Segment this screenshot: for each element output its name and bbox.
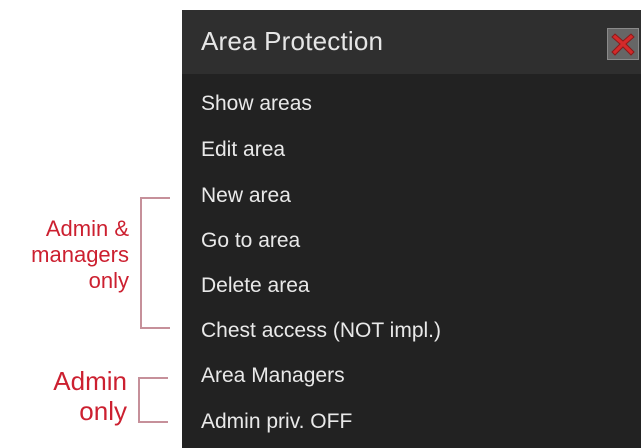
menu-item-chest-access[interactable]: Chest access (NOT impl.) bbox=[201, 319, 441, 343]
annotation-bracket-admin-only bbox=[138, 377, 168, 423]
screenshot-stage: Area Protection Show areas Edit area New… bbox=[0, 0, 641, 448]
annotation-admin-only: Admin only bbox=[53, 366, 127, 426]
menu-item-edit-area[interactable]: Edit area bbox=[201, 138, 285, 162]
menu-item-admin-priv[interactable]: Admin priv. OFF bbox=[201, 410, 352, 434]
area-protection-window: Area Protection Show areas Edit area New… bbox=[182, 10, 641, 448]
menu-item-go-to-area[interactable]: Go to area bbox=[201, 229, 300, 253]
menu-item-new-area[interactable]: New area bbox=[201, 184, 291, 208]
annotation-bracket-admin-managers bbox=[140, 197, 170, 329]
annotation-line: only bbox=[79, 396, 127, 426]
annotation-admin-managers-only: Admin & managers only bbox=[31, 216, 129, 294]
annotation-line: managers bbox=[31, 242, 129, 267]
area-menu: Show areas Edit area New area Go to area… bbox=[182, 10, 641, 448]
annotation-line: only bbox=[88, 268, 129, 293]
menu-item-area-managers[interactable]: Area Managers bbox=[201, 364, 345, 388]
menu-item-show-areas[interactable]: Show areas bbox=[201, 92, 312, 116]
annotation-line: Admin bbox=[53, 366, 127, 396]
menu-item-delete-area[interactable]: Delete area bbox=[201, 274, 310, 298]
annotation-line: Admin & bbox=[45, 216, 129, 241]
